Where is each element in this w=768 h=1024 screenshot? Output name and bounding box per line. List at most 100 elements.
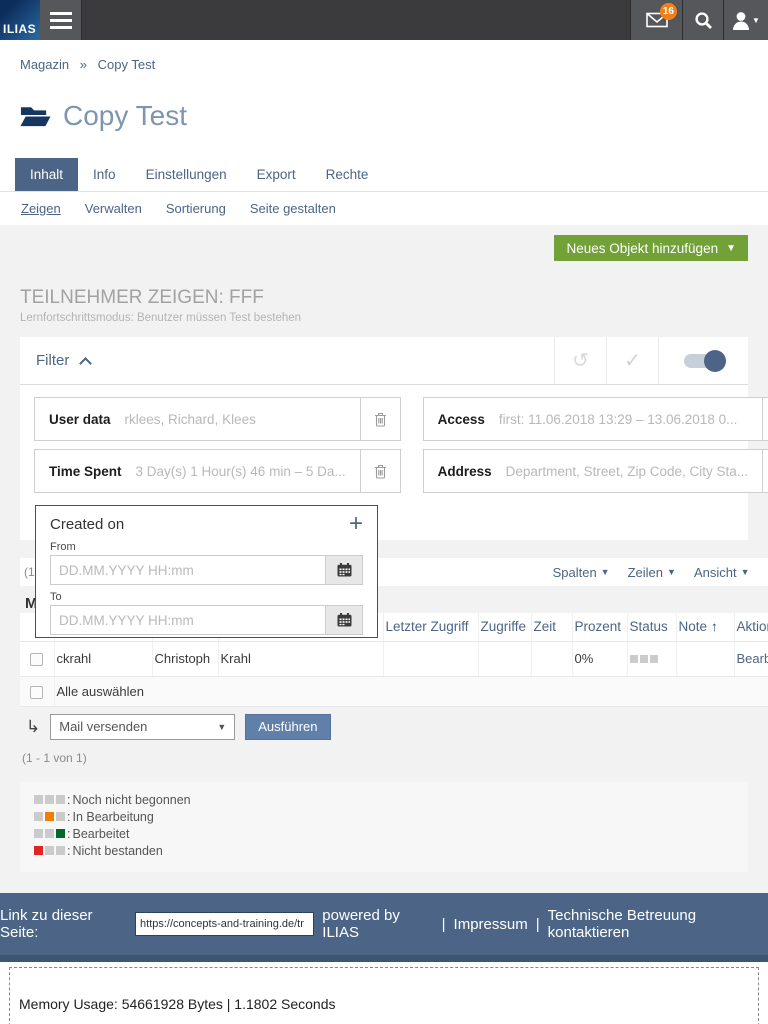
breadcrumb-link-copy-test[interactable]: Copy Test: [98, 57, 156, 72]
row-action-link[interactable]: Bearbeiten: [737, 651, 768, 666]
topbar-spacer: [82, 0, 630, 40]
header-zugriffe[interactable]: Zugriffe: [478, 613, 531, 641]
subtab-bar: Zeigen Verwalten Sortierung Seite gestal…: [0, 192, 768, 225]
permalink-label: Link zu dieser Seite:: [0, 907, 127, 941]
header-letzter-zugriff[interactable]: Letzter Zugriff: [383, 613, 478, 641]
tab-export[interactable]: Export: [242, 158, 311, 191]
status-squares-icon: [34, 812, 65, 821]
trash-button[interactable]: [360, 398, 400, 440]
legend-item: : Bearbeitet: [34, 827, 734, 841]
support-contact-link[interactable]: Technische Betreuung kontaktieren: [548, 907, 768, 941]
cell-login: ckrahl: [54, 641, 152, 676]
trash-button[interactable]: [762, 450, 768, 492]
tab-inhalt[interactable]: Inhalt: [15, 158, 78, 191]
chevron-up-icon: [79, 357, 92, 370]
header-aktionen[interactable]: Aktionen: [734, 613, 768, 641]
to-calendar-button[interactable]: [326, 605, 363, 635]
chevron-down-icon: ▼: [601, 567, 610, 577]
add-new-object-button[interactable]: Neues Objekt hinzufügen ▼: [554, 235, 748, 261]
search-button[interactable]: [682, 0, 723, 40]
rows-menu-button[interactable]: Zeilen▼: [628, 565, 676, 580]
bulk-action-select[interactable]: Mail versenden ▼: [50, 714, 235, 740]
debug-area: Memory Usage: 54661928 Bytes | 1.1802 Se…: [0, 962, 768, 1024]
mail-button[interactable]: 16: [630, 0, 682, 40]
header-zeit[interactable]: Zeit: [531, 613, 572, 641]
trash-icon: [374, 464, 387, 479]
cell-lastname: Krahl: [218, 641, 383, 676]
sort-asc-icon: ↑: [711, 619, 718, 634]
permalink-input[interactable]: [135, 912, 314, 936]
legend-item: : Nicht bestanden: [34, 844, 734, 858]
page: ILIAS 16 ▼ Magazin » Copy Test: [0, 0, 768, 1024]
breadcrumb-link-magazin[interactable]: Magazin: [20, 57, 69, 72]
row-checkbox[interactable]: [30, 653, 43, 666]
filter-toggle-switch[interactable]: [684, 353, 724, 369]
header-prozent[interactable]: Prozent: [572, 613, 627, 641]
impressum-link[interactable]: Impressum: [454, 916, 528, 933]
select-all-checkbox[interactable]: [30, 686, 43, 699]
subtab-zeigen[interactable]: Zeigen: [21, 201, 61, 216]
add-filter-button[interactable]: +: [349, 515, 363, 533]
page-title: Copy Test: [63, 100, 187, 132]
tab-einstellungen[interactable]: Einstellungen: [131, 158, 242, 191]
filter-field-time-spent: Time Spent 3 Day(s) 1 Hour(s) 46 min – 5…: [34, 449, 401, 493]
undo-icon: ↺: [572, 348, 589, 373]
filter-field-user-data: User data rklees, Richard, Klees: [34, 397, 401, 441]
status-squares-icon: [34, 795, 65, 804]
tab-bar: Inhalt Info Einstellungen Export Rechte: [0, 158, 768, 192]
chevron-down-icon: ▼: [726, 243, 736, 254]
from-calendar-button[interactable]: [326, 555, 363, 585]
cell-firstname: Christoph: [152, 641, 218, 676]
select-all-label: Alle auswählen: [54, 676, 768, 706]
filter-field-address: Address Department, Street, Zip Code, Ci…: [423, 449, 768, 493]
folder-icon: [20, 104, 51, 128]
subtab-sortierung[interactable]: Sortierung: [166, 201, 226, 216]
section-heading: TEILNEHMER ZEIGEN: FFF: [20, 287, 748, 309]
header-status[interactable]: Status: [627, 613, 676, 641]
trash-button[interactable]: [762, 398, 768, 440]
view-menu-button[interactable]: Ansicht▼: [694, 565, 750, 580]
filter-collapse-button[interactable]: Filter: [20, 337, 106, 384]
footer: Link zu dieser Seite: powered by ILIAS |…: [0, 893, 768, 955]
created-on-popup: Created on + From To: [35, 505, 378, 638]
pagination-info-bottom: (1 - 1 von 1): [20, 751, 768, 765]
header-note[interactable]: Note↑: [676, 613, 734, 641]
mail-badge: 16: [660, 3, 677, 20]
chevron-down-icon: ▼: [667, 567, 676, 577]
cell-percent: 0%: [572, 641, 627, 676]
ilias-logo[interactable]: ILIAS: [0, 0, 40, 40]
calendar-icon: [337, 563, 352, 577]
subtab-verwalten[interactable]: Verwalten: [85, 201, 142, 216]
trash-icon: [374, 412, 387, 427]
columns-menu-button[interactable]: Spalten▼: [553, 565, 610, 580]
popup-title: Created on: [50, 516, 124, 533]
bulk-action-arrow-icon: ↳: [26, 717, 40, 737]
section-subheading: Lernfortschrittsmodus: Benutzer müssen T…: [20, 312, 748, 325]
from-date-input[interactable]: [50, 555, 326, 585]
tab-info[interactable]: Info: [78, 158, 131, 191]
user-menu-button[interactable]: ▼: [723, 0, 768, 40]
hamburger-menu-button[interactable]: [40, 0, 82, 40]
chevron-down-icon: ▼: [741, 567, 750, 577]
to-date-input[interactable]: [50, 605, 326, 635]
status-legend: : Noch nicht begonnen : In Bearbeitung :…: [20, 782, 748, 872]
filter-apply-button[interactable]: ✓: [606, 337, 658, 384]
footer-strip: [0, 955, 768, 962]
filter-reset-button[interactable]: ↺: [554, 337, 606, 384]
subtab-seite-gestalten[interactable]: Seite gestalten: [250, 201, 336, 216]
powered-by: powered by ILIAS: [322, 907, 433, 941]
tab-rechte[interactable]: Rechte: [311, 158, 384, 191]
trash-button[interactable]: [360, 450, 400, 492]
execute-button[interactable]: Ausführen: [245, 714, 330, 740]
filter-field-access: Access first: 11.06.2018 13:29 – 13.06.2…: [423, 397, 768, 441]
chevron-down-icon: ▼: [217, 722, 226, 732]
table-row: ckrahl Christoph Krahl 0% Bearbeiten: [20, 641, 768, 676]
legend-item: : In Bearbeitung: [34, 810, 734, 824]
memory-usage-text: Memory Usage: 54661928 Bytes | 1.1802 Se…: [19, 996, 336, 1012]
chevron-down-icon: ▼: [752, 16, 760, 25]
top-bar: ILIAS 16 ▼: [0, 0, 768, 40]
select-all-row: Alle auswählen: [20, 676, 768, 706]
from-label: From: [50, 541, 363, 553]
breadcrumb: Magazin » Copy Test: [20, 58, 748, 72]
breadcrumb-separator: »: [80, 57, 87, 72]
